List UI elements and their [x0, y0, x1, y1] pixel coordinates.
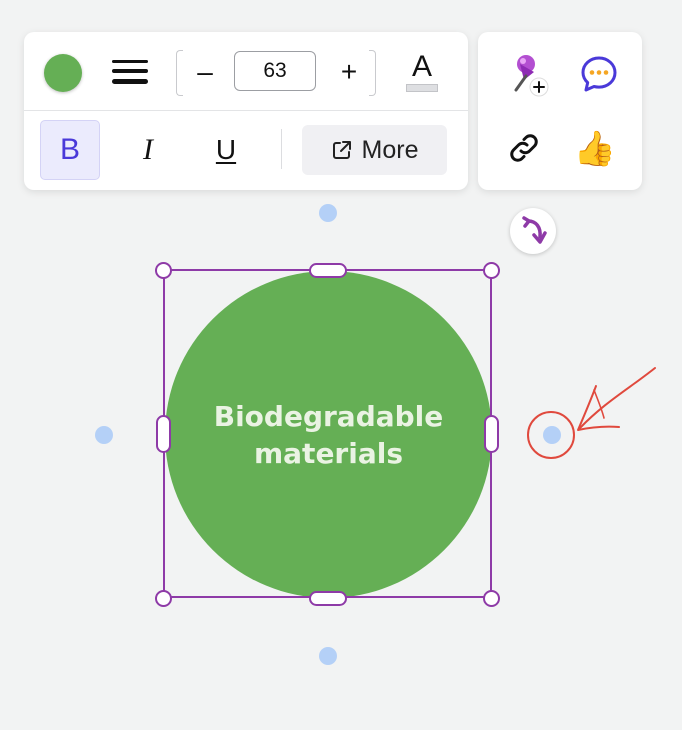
rotate-icon [522, 216, 547, 244]
toolbar-divider [281, 129, 282, 169]
toolbar-row-divider [24, 110, 468, 111]
copy-link-button[interactable] [502, 126, 546, 170]
font-size-control: – + [176, 50, 376, 96]
shape-label-line-1: Biodegradable [213, 399, 444, 433]
increase-size-button[interactable]: + [332, 54, 366, 90]
annotation-arrow-head [577, 385, 620, 431]
resize-handle-top-left[interactable] [155, 262, 172, 279]
size-group-right-bracket [369, 50, 376, 96]
resize-handle-right[interactable] [484, 415, 499, 453]
more-button[interactable]: More [302, 125, 447, 175]
circle-shape[interactable]: Biodegradable materials [165, 271, 492, 598]
resize-handle-top-right[interactable] [483, 262, 500, 279]
resize-handle-top[interactable] [309, 263, 347, 278]
resize-handle-bottom[interactable] [309, 591, 347, 606]
rotate-handle[interactable] [510, 208, 556, 254]
resize-handle-bottom-left[interactable] [155, 590, 172, 607]
format-toolbar: – + A B I U More [24, 32, 468, 190]
size-group-left-bracket [176, 50, 183, 96]
annotation-arrow-shaft [579, 367, 656, 429]
thumbs-up-icon: 👍 [573, 130, 617, 168]
comment-button[interactable] [574, 50, 624, 98]
line-style-button[interactable] [110, 52, 150, 92]
connector-point-top[interactable] [319, 204, 337, 222]
link-icon [510, 134, 538, 162]
connector-point-bottom[interactable] [319, 647, 337, 665]
fill-color-button[interactable] [44, 54, 82, 92]
bold-button[interactable]: B [40, 120, 100, 180]
add-pin-button[interactable] [496, 50, 556, 98]
text-color-indicator [406, 84, 438, 92]
shape-label-line-2: materials [253, 436, 403, 470]
like-button[interactable]: 👍 [570, 124, 620, 174]
decrease-size-button[interactable]: – [188, 54, 222, 90]
external-link-icon [332, 141, 351, 159]
more-label: More [361, 135, 419, 164]
underline-button[interactable]: U [198, 120, 254, 180]
comment-icon [581, 56, 617, 92]
pin-add-icon [514, 55, 549, 97]
text-color-letter: A [411, 50, 432, 83]
collab-toolbar: 👍 [478, 32, 642, 190]
underline-label: U [215, 134, 237, 165]
shape-label: Biodegradable materials [199, 398, 459, 472]
line-weight-icon [112, 60, 148, 84]
text-color-button[interactable]: A [402, 50, 442, 94]
resize-handle-bottom-right[interactable] [483, 590, 500, 607]
resize-handle-left[interactable] [156, 415, 171, 453]
italic-button[interactable]: I [120, 120, 176, 180]
connector-point-left[interactable] [95, 426, 113, 444]
connector-point-right[interactable] [543, 426, 561, 444]
font-size-input[interactable] [234, 51, 316, 91]
